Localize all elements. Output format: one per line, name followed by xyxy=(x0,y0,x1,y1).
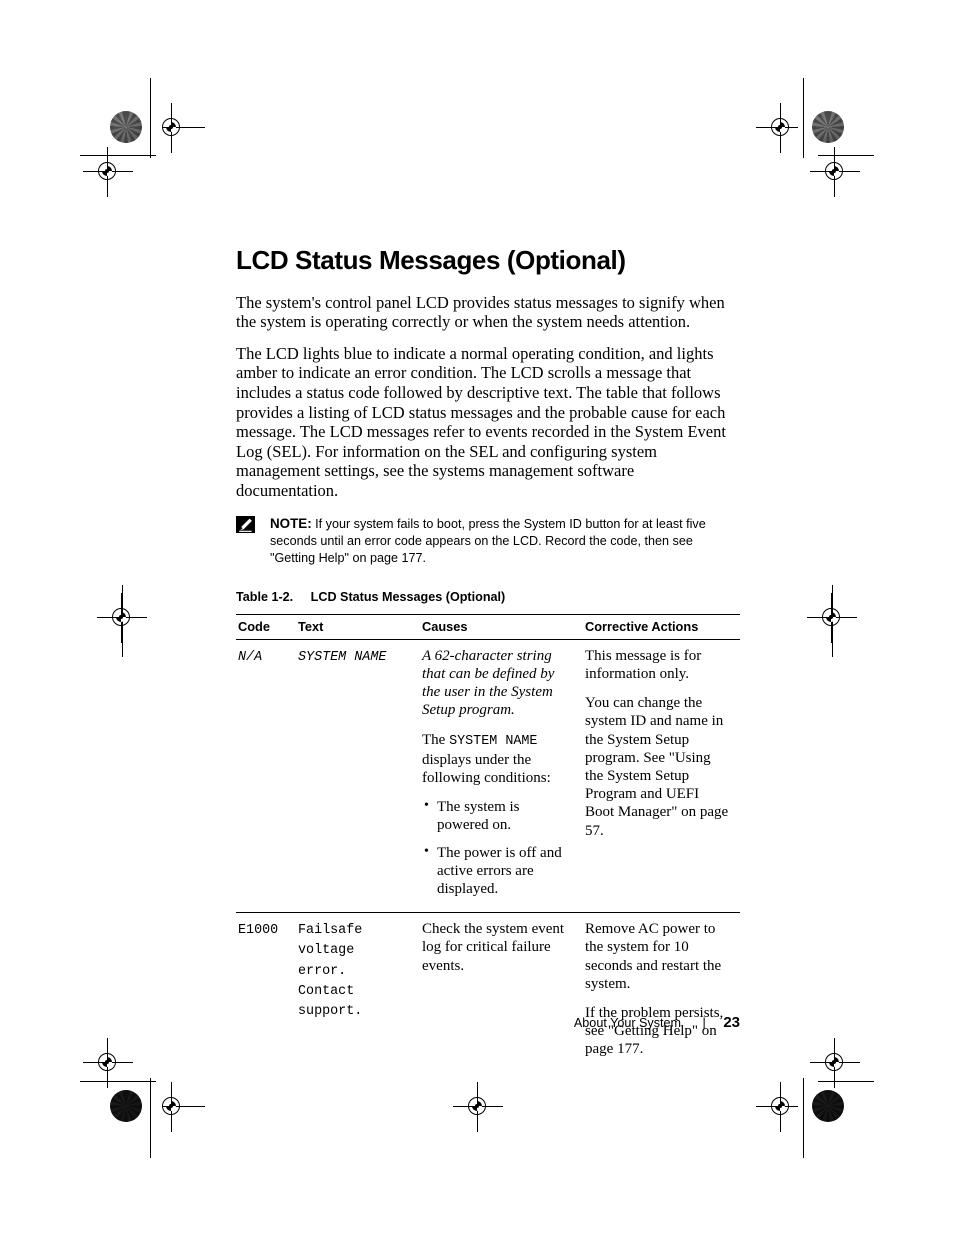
trim-line-vertical-top-right xyxy=(803,78,804,158)
cell-corrective-actions: This message is for information only. Yo… xyxy=(583,639,740,912)
registration-mark-bottom-center xyxy=(453,1082,503,1132)
document-page: LCD Status Messages (Optional) The syste… xyxy=(0,0,954,1235)
trim-line-horizontal-bottom-right xyxy=(818,1081,874,1082)
intro-paragraph-1: The system's control panel LCD provides … xyxy=(236,292,725,332)
action-paragraph: Remove AC power to the system for 10 sec… xyxy=(585,921,722,992)
table-caption: Table 1-2. LCD Status Messages (Optional… xyxy=(236,590,740,604)
registration-mark-top-right-outer xyxy=(810,147,860,197)
density-patch-bottom-left xyxy=(110,1090,142,1122)
note-text: If your system fails to boot, press the … xyxy=(270,516,706,566)
code-value: N/A xyxy=(238,649,263,665)
note-label: NOTE: xyxy=(270,515,312,531)
trim-line-vertical-bottom-left xyxy=(150,1078,151,1158)
cell-text: SYSTEM NAME xyxy=(296,639,420,912)
causes-mono-term: SYSTEM NAME xyxy=(449,733,538,749)
action-paragraph: This message is for information only. xyxy=(585,647,702,682)
footer-page-number: 23 xyxy=(723,1014,740,1031)
density-patch-bottom-right xyxy=(812,1090,844,1122)
table-caption-number: Table 1-2. xyxy=(236,589,294,604)
trim-line-vertical-bottom-right xyxy=(803,1078,804,1158)
column-header-causes: Causes xyxy=(420,613,583,640)
table-caption-title: LCD Status Messages (Optional) xyxy=(310,589,506,604)
table-row: N/A SYSTEM NAME A 62-character string th… xyxy=(236,639,740,912)
note-callout: NOTE: If your system fails to boot, pres… xyxy=(236,515,740,568)
cell-code: N/A xyxy=(236,639,296,912)
trim-line-vertical-top-left xyxy=(150,78,151,158)
list-item: The system is powered on. xyxy=(424,797,573,834)
cell-code: E1000 xyxy=(236,912,296,1073)
note-pencil-icon xyxy=(236,515,255,533)
causes-bullet-list: The system is powered on. The power is o… xyxy=(422,797,573,899)
page-title: LCD Status Messages (Optional) xyxy=(236,245,626,275)
text-value: Failsafe voltage error. Contact support. xyxy=(298,923,363,1019)
cell-causes: Check the system event log for critical … xyxy=(420,912,583,1073)
registration-mark-middle-right xyxy=(807,593,857,643)
cell-causes: A 62-character string that can be define… xyxy=(420,639,583,912)
intro-paragraph-2: The LCD lights blue to indicate a normal… xyxy=(236,343,726,500)
column-header-text: Text xyxy=(296,613,420,640)
registration-mark-top-left-outer xyxy=(83,147,133,197)
registration-mark-bottom-left-outer xyxy=(83,1038,133,1088)
registration-mark-top-left-inner xyxy=(155,103,205,153)
density-patch-top-left xyxy=(110,111,142,143)
table-header-row: Code Text Causes Corrective Actions xyxy=(236,613,740,640)
lcd-status-messages-table: Code Text Causes Corrective Actions N/A … xyxy=(236,613,740,1073)
cell-corrective-actions: Remove AC power to the system for 10 sec… xyxy=(583,912,740,1073)
causes-paragraph-mono: The SYSTEM NAME displays under the follo… xyxy=(422,731,573,788)
causes-lead-after: displays under the following conditions: xyxy=(422,751,551,786)
registration-mark-bottom-right-outer xyxy=(810,1038,860,1088)
causes-lead-before: The xyxy=(422,731,450,748)
density-patch-top-right xyxy=(812,111,844,143)
text-value: SYSTEM NAME xyxy=(298,649,387,665)
registration-mark-bottom-right-inner xyxy=(756,1082,798,1132)
causes-paragraph-plain: Check the system event log for critical … xyxy=(422,921,565,974)
table-row: E1000 Failsafe voltage error. Contact su… xyxy=(236,912,740,1073)
column-header-corrective-actions: Corrective Actions xyxy=(583,613,740,640)
action-paragraph: You can change the system ID and name in… xyxy=(585,695,729,839)
registration-mark-top-right-inner xyxy=(756,103,798,153)
content-column: LCD Status Messages (Optional) The syste… xyxy=(236,246,740,1073)
footer-separator: | xyxy=(702,1016,706,1030)
trim-line-horizontal-bottom-left xyxy=(80,1081,156,1082)
code-value: E1000 xyxy=(238,923,279,939)
registration-mark-middle-left xyxy=(97,593,147,643)
cell-text: Failsafe voltage error. Contact support. xyxy=(296,912,420,1073)
page-footer: About Your System | 23 xyxy=(236,1014,740,1031)
list-item: The power is off and active errors are d… xyxy=(424,843,573,899)
footer-section-name: About Your System xyxy=(573,1016,682,1030)
action-paragraph: If the problem persists, see "Getting He… xyxy=(585,1005,724,1058)
column-header-code: Code xyxy=(236,613,296,640)
causes-paragraph-italic: A 62-character string that can be define… xyxy=(422,647,555,719)
registration-mark-bottom-left-inner xyxy=(155,1082,205,1132)
